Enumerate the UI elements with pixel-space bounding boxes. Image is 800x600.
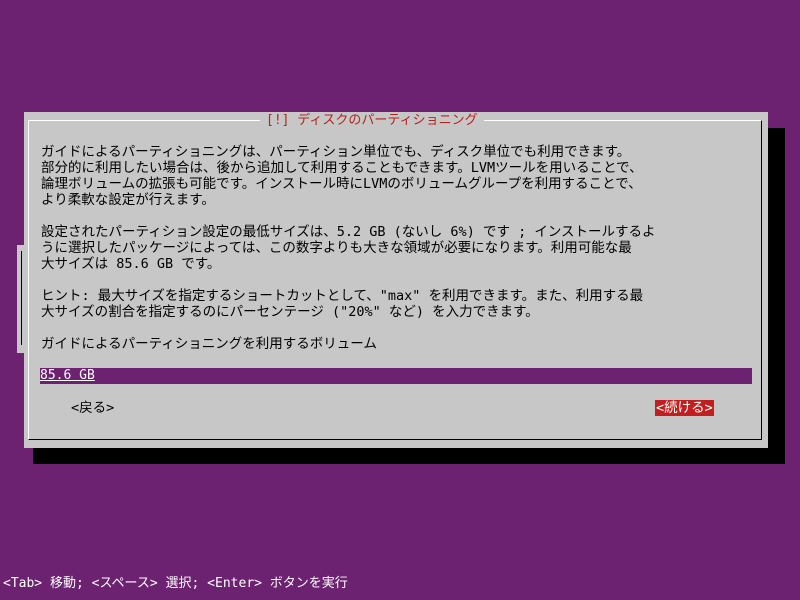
volume-size-prompt: ガイドによるパーティショニングを利用するボリューム <box>41 336 377 352</box>
back-button[interactable]: <戻る> <box>71 400 114 416</box>
description-paragraph-guided-partitioning: ガイドによるパーティショニングは、パーティション単位でも、ディスク単位でも利用で… <box>41 144 643 208</box>
description-paragraph-hint: ヒント: 最大サイズを指定するショートカットとして、"max" を利用できます。… <box>41 288 644 320</box>
installer-screen: [!] ディスクのパーティショニング ガイドによるパーティショニングは、パーティ… <box>0 0 800 600</box>
continue-button[interactable]: <続ける> <box>655 400 714 416</box>
description-paragraph-size-limits: 設定されたパーティション設定の最低サイズは、5.2 GB (ないし 6%) です… <box>41 224 656 272</box>
dialog-title: [!] ディスクのパーティショニング <box>260 112 484 129</box>
volume-size-input[interactable] <box>40 368 752 384</box>
background-dialog-border <box>21 251 22 345</box>
partitioning-dialog: [!] ディスクのパーティショニング ガイドによるパーティショニングは、パーティ… <box>24 112 768 448</box>
keyboard-help-status-bar: <Tab> 移動; <スペース> 選択; <Enter> ボタンを実行 <box>0 576 800 592</box>
